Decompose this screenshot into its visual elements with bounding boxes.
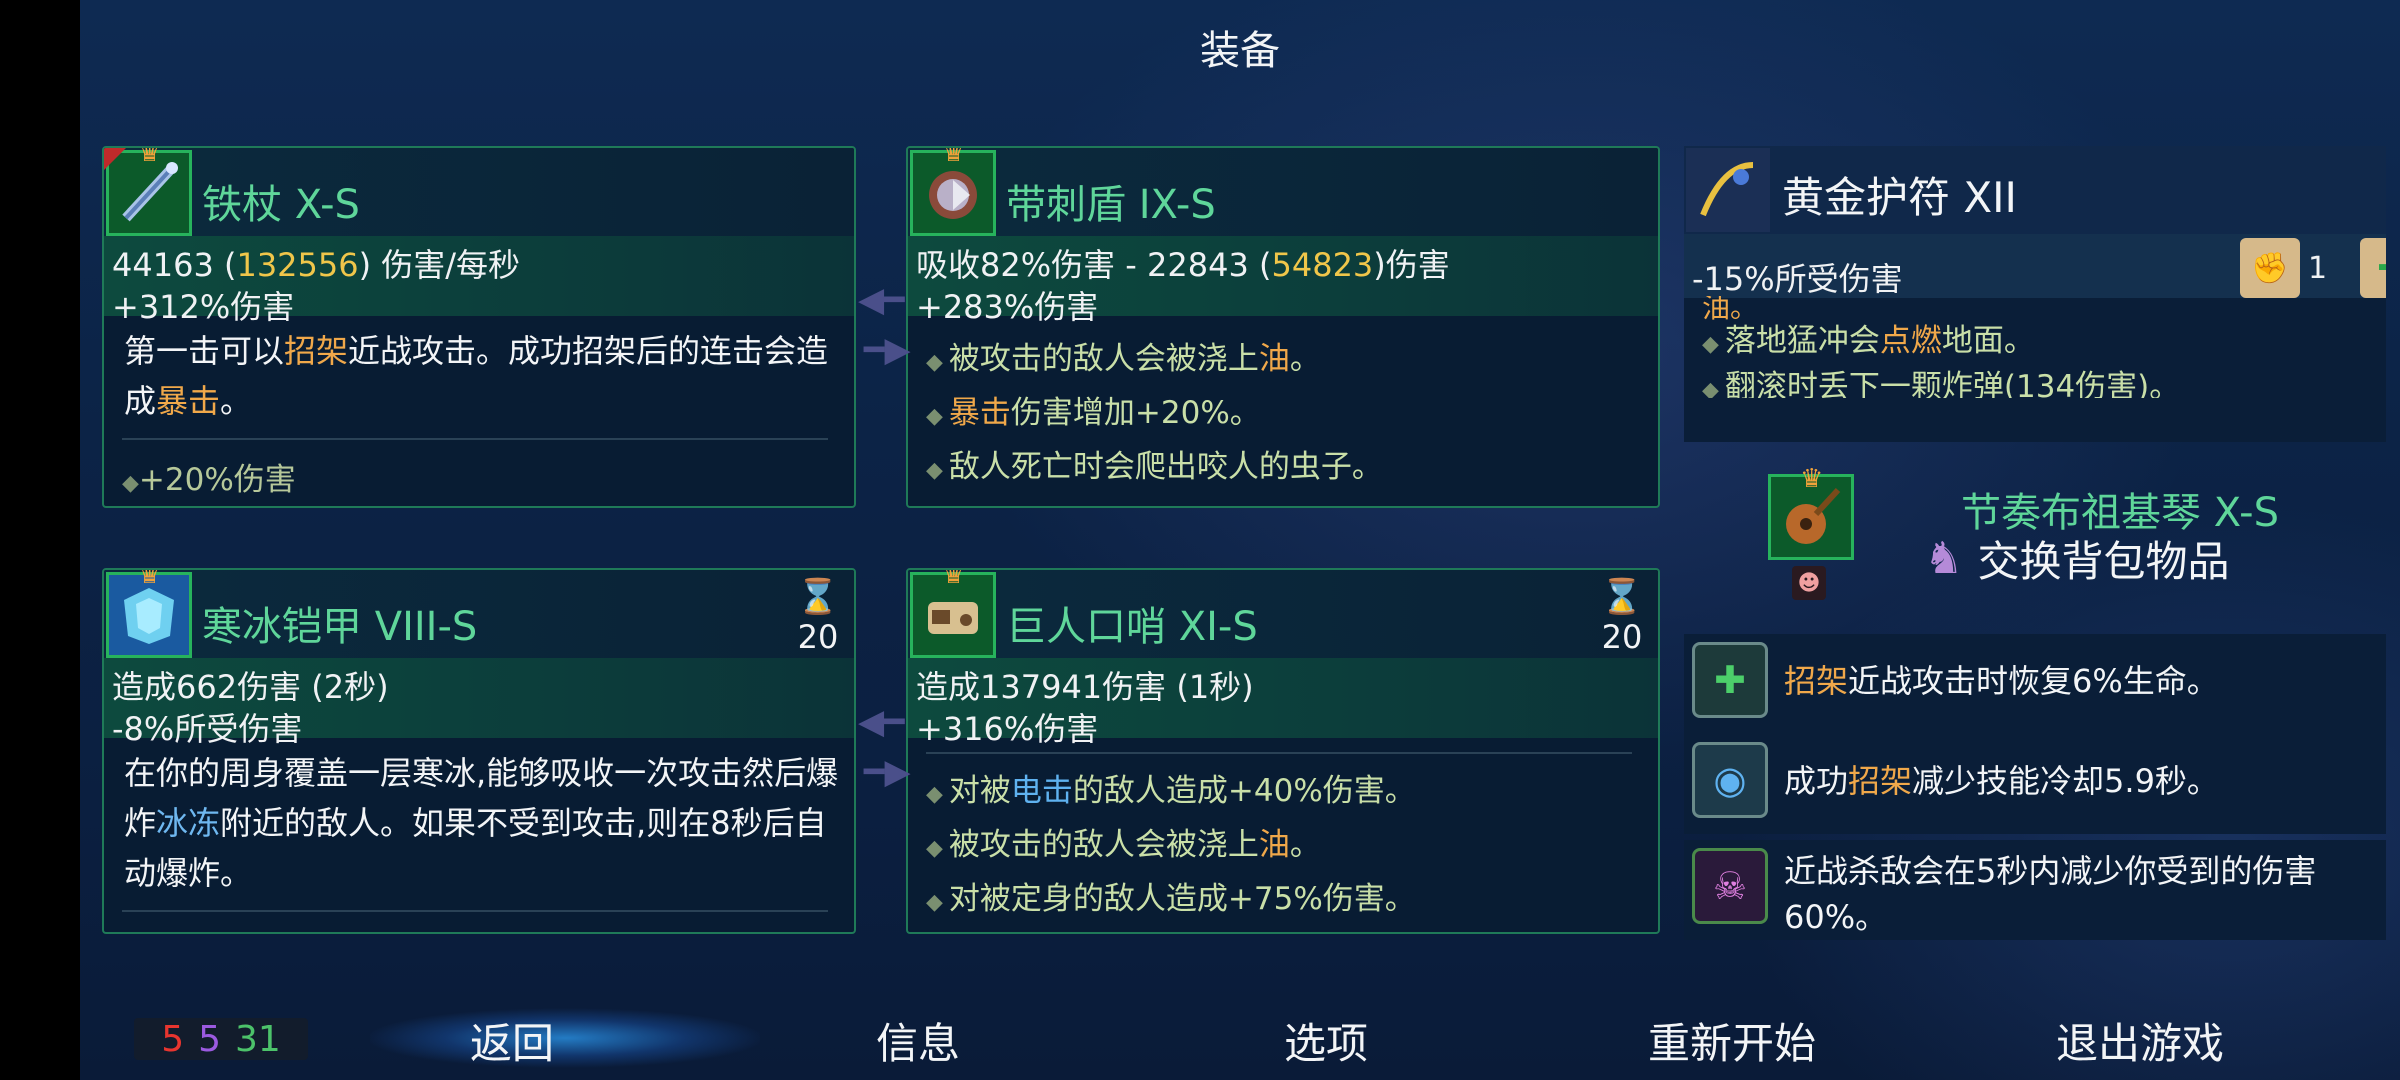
brutality-scroll-count: ✊ 1	[2240, 238, 2327, 298]
inventory-screen: 装备 ♛ 铁杖 X-S 44163 (132556) 伤害/每秒 +312%伤害…	[80, 0, 2400, 1080]
item-name: 带刺盾 IX-S	[1006, 182, 1216, 228]
skill2-card[interactable]: ♛ 巨人口哨 XI-S ⌛ 20 造成137941伤害 (1秒) +316%伤害…	[906, 568, 1660, 934]
hourglass-icon: ⌛	[1600, 577, 1644, 617]
item-damage: 造成137941伤害 (1秒)	[916, 668, 1254, 706]
divider	[122, 910, 828, 912]
survival-count: 31	[235, 1018, 281, 1060]
swap-right-arrow-icon: ━▶	[864, 330, 911, 370]
affix-line: ◆ 被攻击的敌人会被浇上油。	[926, 341, 1321, 377]
mutation-text: 招架近战攻击时恢复6%生命。	[1784, 662, 2219, 700]
affix-line: ◆ 落地猛冲会点燃地面。	[1702, 323, 2035, 359]
item-bonus-stat: -8%所受伤害	[112, 710, 303, 748]
hourglass-icon: ⌛	[796, 577, 840, 617]
item-block: 吸收82%伤害 - 22843 (54823)伤害	[916, 246, 1450, 284]
affix-line-fragment: 油。	[1702, 296, 1759, 320]
menu-selection-highlight	[370, 1008, 760, 1068]
mutation-text: 成功招架减少技能冷却5.9秒。	[1784, 762, 2219, 800]
divider	[122, 438, 828, 440]
item-bonus-stat: +312%伤害	[112, 288, 295, 326]
brutality-scroll-icon: ✊	[2240, 238, 2300, 298]
mutation-3[interactable]: ☠ 近战杀敌会在5秒内减少你受到的伤害60%。	[1684, 840, 2386, 940]
swap-left-arrow-icon: ◀━	[858, 702, 905, 742]
affix-line: ◆ 对被定身的敌人造成+75%伤害。	[926, 881, 1416, 917]
divider	[926, 752, 1632, 754]
affix-line: ◆ 对被电击的敌人造成+40%伤害。	[926, 773, 1416, 809]
affix-line: ◆ 暴击伤害增加+20%。	[926, 395, 1261, 431]
tactics-count: 5	[198, 1018, 221, 1060]
swap-backpack-button[interactable]: ♞ 交换背包物品	[1924, 528, 2229, 589]
shield-card[interactable]: ♛ 带刺盾 IX-S 吸收82%伤害 - 22843 (54823)伤害 +28…	[906, 146, 1660, 508]
menu-back[interactable]: 返回	[470, 1010, 554, 1071]
item-damage: 造成662伤害 (2秒)	[112, 668, 389, 706]
mutation-1[interactable]: ✚ 招架近战攻击时恢复6%生命。	[1684, 634, 2386, 746]
menu-info[interactable]: 信息	[876, 1010, 960, 1071]
menu-options[interactable]: 选项	[1284, 1010, 1368, 1071]
item-affix-list: ◆ 被攻击的敌人会被浇上油。 ◆ 暴击伤害增加+20%。 ◆ 敌人死亡时会爬出咬人的虫…	[926, 334, 1648, 496]
mutation-text: 近战杀敌会在5秒内减少你受到的伤害60%。	[1784, 852, 2317, 936]
cooldown: ⌛ 20	[1600, 577, 1644, 656]
item-affix-list: 油。 ◆ 落地猛冲会点燃地面。 ◆ 翻滚时丢下一颗炸弹(134伤害)。	[1702, 296, 2376, 398]
item-bonus-stat: +316%伤害	[916, 710, 1099, 748]
item-bonus-stat: -15%所受伤害	[1692, 260, 1903, 298]
menu-restart[interactable]: 重新开始	[1648, 1010, 1816, 1071]
item-name: 铁杖 X-S	[202, 182, 360, 228]
item-description: 在你的周身覆盖一层寒冰,能够吸收一次攻击然后爆炸冰冻附近的敌人。如果不受到攻击,…	[124, 754, 839, 892]
crown-icon: ♛	[942, 146, 966, 168]
item-dps: 44163 (132556) 伤害/每秒	[112, 246, 521, 284]
item-bonus-stat: +283%伤害	[916, 288, 1099, 326]
backpack-swap-icon: ♞	[1924, 533, 1964, 584]
page-title: 装备	[1200, 28, 1280, 74]
heal-cross-icon: ✚	[1692, 642, 1768, 718]
crown-icon: ♛	[138, 146, 162, 168]
brutality-count: 5	[161, 1018, 185, 1060]
skill1-card[interactable]: ♛ 寒冰铠甲 VIII-S ⌛ 20 造成662伤害 (2秒) -8%所受伤害 …	[102, 568, 856, 934]
item-affix: ◆+20%伤害	[122, 462, 296, 498]
weapon-card[interactable]: ♛ 铁杖 X-S 44163 (132556) 伤害/每秒 +312%伤害 第一…	[102, 146, 856, 508]
scroll-stats: 5 5 31	[134, 1018, 308, 1060]
shield-clock-icon: ◉	[1692, 742, 1768, 818]
crown-icon: ♛	[942, 568, 966, 590]
swap-left-arrow-icon: ◀━	[858, 280, 905, 320]
skull-crossbones-icon: ☠	[1692, 848, 1768, 924]
amulet-card[interactable]: 黄金护符 XII -15%所受伤害 ✊ 1 ✚ 3 油。 ◆落地猛冲会点燃地面。…	[1684, 146, 2386, 442]
red-corner-marker	[104, 148, 126, 170]
affix-line: ◆ 敌人死亡时会爬出咬人的虫子。	[926, 449, 1383, 485]
affix-line: ◆ 翻滚时丢下一颗炸弹(134伤害)。	[1702, 369, 2181, 398]
cursed-skull-icon: ☻	[1792, 566, 1826, 600]
mutation-2[interactable]: ◉ 成功招架减少技能冷却5.9秒。	[1684, 734, 2386, 846]
item-name: 黄金护符 XII	[1782, 173, 2017, 222]
affix-line: ◆ 被攻击的敌人会被浇上油。	[926, 827, 1321, 863]
menu-quit[interactable]: 退出游戏	[2056, 1010, 2224, 1071]
survival-scroll-count: ✚ 3	[2360, 238, 2386, 298]
backpack-slot[interactable]: ♛ ☻ 节奏布祖基琴 X-S ♞ 交换背包物品	[1684, 464, 2386, 602]
crown-icon: ♛	[138, 568, 162, 590]
item-name: 寒冰铠甲 VIII-S	[202, 604, 478, 650]
swap-right-arrow-icon: ━▶	[864, 752, 911, 792]
golden-amulet-icon	[1686, 148, 1770, 232]
item-name: 巨人口哨 XI-S	[1006, 604, 1258, 650]
survival-scroll-icon: ✚	[2360, 238, 2386, 298]
item-affix-list: ◆ 对被电击的敌人造成+40%伤害。 ◆ 被攻击的敌人会被浇上油。 ◆ 对被定身的敌人…	[926, 766, 1648, 928]
cooldown: ⌛ 20	[796, 577, 840, 656]
item-description: 第一击可以招架近战攻击。成功招架后的连击会造成暴击。	[124, 332, 829, 420]
